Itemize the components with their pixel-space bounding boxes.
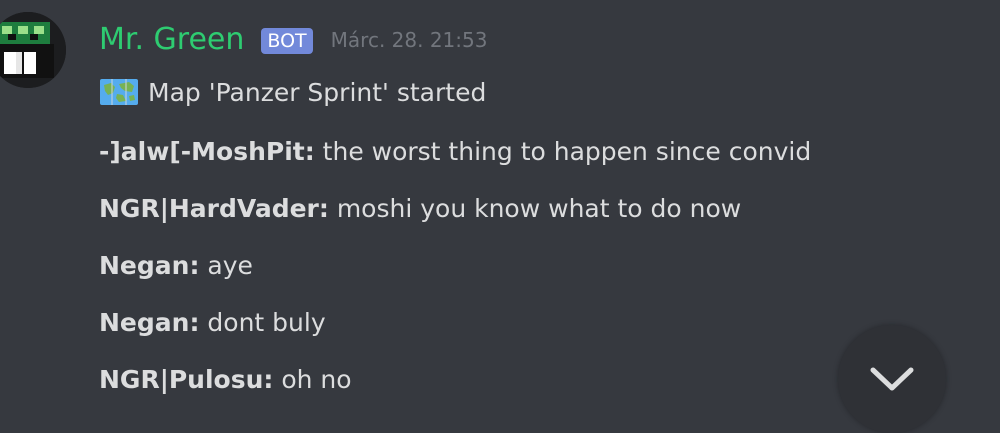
username[interactable]: Mr. Green	[99, 22, 244, 57]
chat-line: NGR|Pulosu: oh no	[99, 365, 352, 394]
bot-avatar-icon	[0, 12, 66, 88]
bot-badge: BOT	[261, 27, 313, 54]
message-header: Mr. Green BOT Márc. 28. 21:53	[99, 22, 487, 57]
player-name: Negan:	[99, 251, 200, 280]
chat-text: the worst thing to happen since convid	[314, 137, 812, 166]
avatar[interactable]	[0, 12, 66, 88]
player-name: NGR|HardVader:	[99, 194, 329, 223]
timestamp: Márc. 28. 21:53	[330, 27, 488, 52]
map-started-line: Map 'Panzer Sprint' started	[99, 76, 486, 108]
map-started-text: Map 'Panzer Sprint' started	[148, 77, 487, 107]
world-map-icon	[100, 79, 138, 105]
chat-text: oh no	[273, 365, 352, 394]
player-name: NGR|Pulosu:	[99, 365, 274, 394]
chat-text: moshi you know what to do now	[328, 194, 742, 223]
chat-line: -]alw[-MoshPit: the worst thing to happe…	[99, 137, 811, 166]
player-name: -]alw[-MoshPit:	[99, 137, 315, 166]
chat-line: NGR|HardVader: moshi you know what to do…	[99, 194, 741, 223]
chat-text: aye	[199, 251, 253, 280]
player-name: Negan:	[99, 308, 200, 337]
chat-text: dont buly	[199, 308, 326, 337]
jump-to-present-button[interactable]	[838, 325, 946, 433]
chat-line: Negan: dont buly	[99, 308, 326, 337]
chevron-down-icon	[870, 367, 914, 391]
chat-line: Negan: aye	[99, 251, 253, 280]
